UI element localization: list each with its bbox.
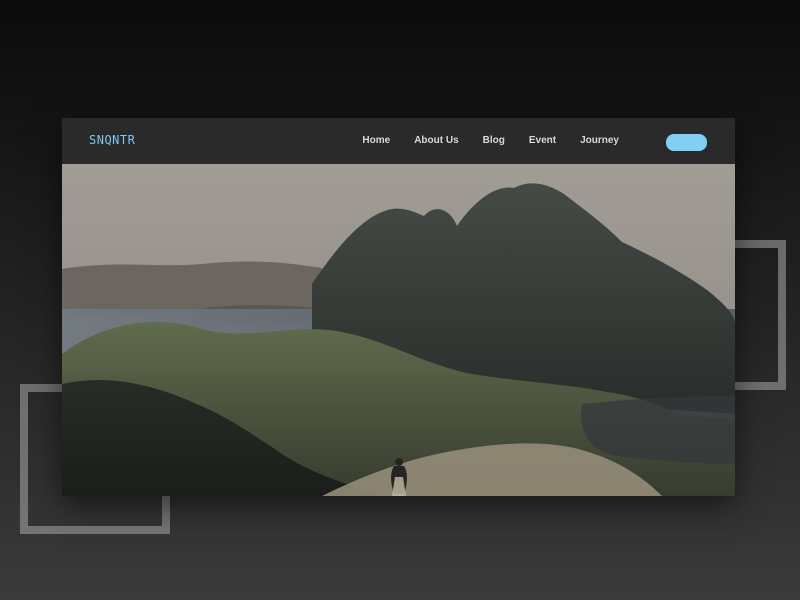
top-navigation: SNQNTR Home About Us Blog Event Journey [62, 118, 735, 164]
brand-logo[interactable]: SNQNTR [89, 133, 135, 147]
nav-item-home[interactable]: Home [362, 135, 390, 146]
hero-image [62, 164, 735, 496]
cta-button[interactable] [666, 134, 707, 151]
mountain-landscape-image [62, 164, 735, 496]
nav-item-about-us[interactable]: About Us [414, 135, 458, 146]
nav-item-blog[interactable]: Blog [483, 135, 505, 146]
nav-item-journey[interactable]: Journey [580, 135, 619, 146]
nav-item-event[interactable]: Event [529, 135, 556, 146]
website-mockup: SNQNTR Home About Us Blog Event Journey [62, 118, 735, 496]
nav-menu: Home About Us Blog Event Journey [362, 135, 619, 146]
